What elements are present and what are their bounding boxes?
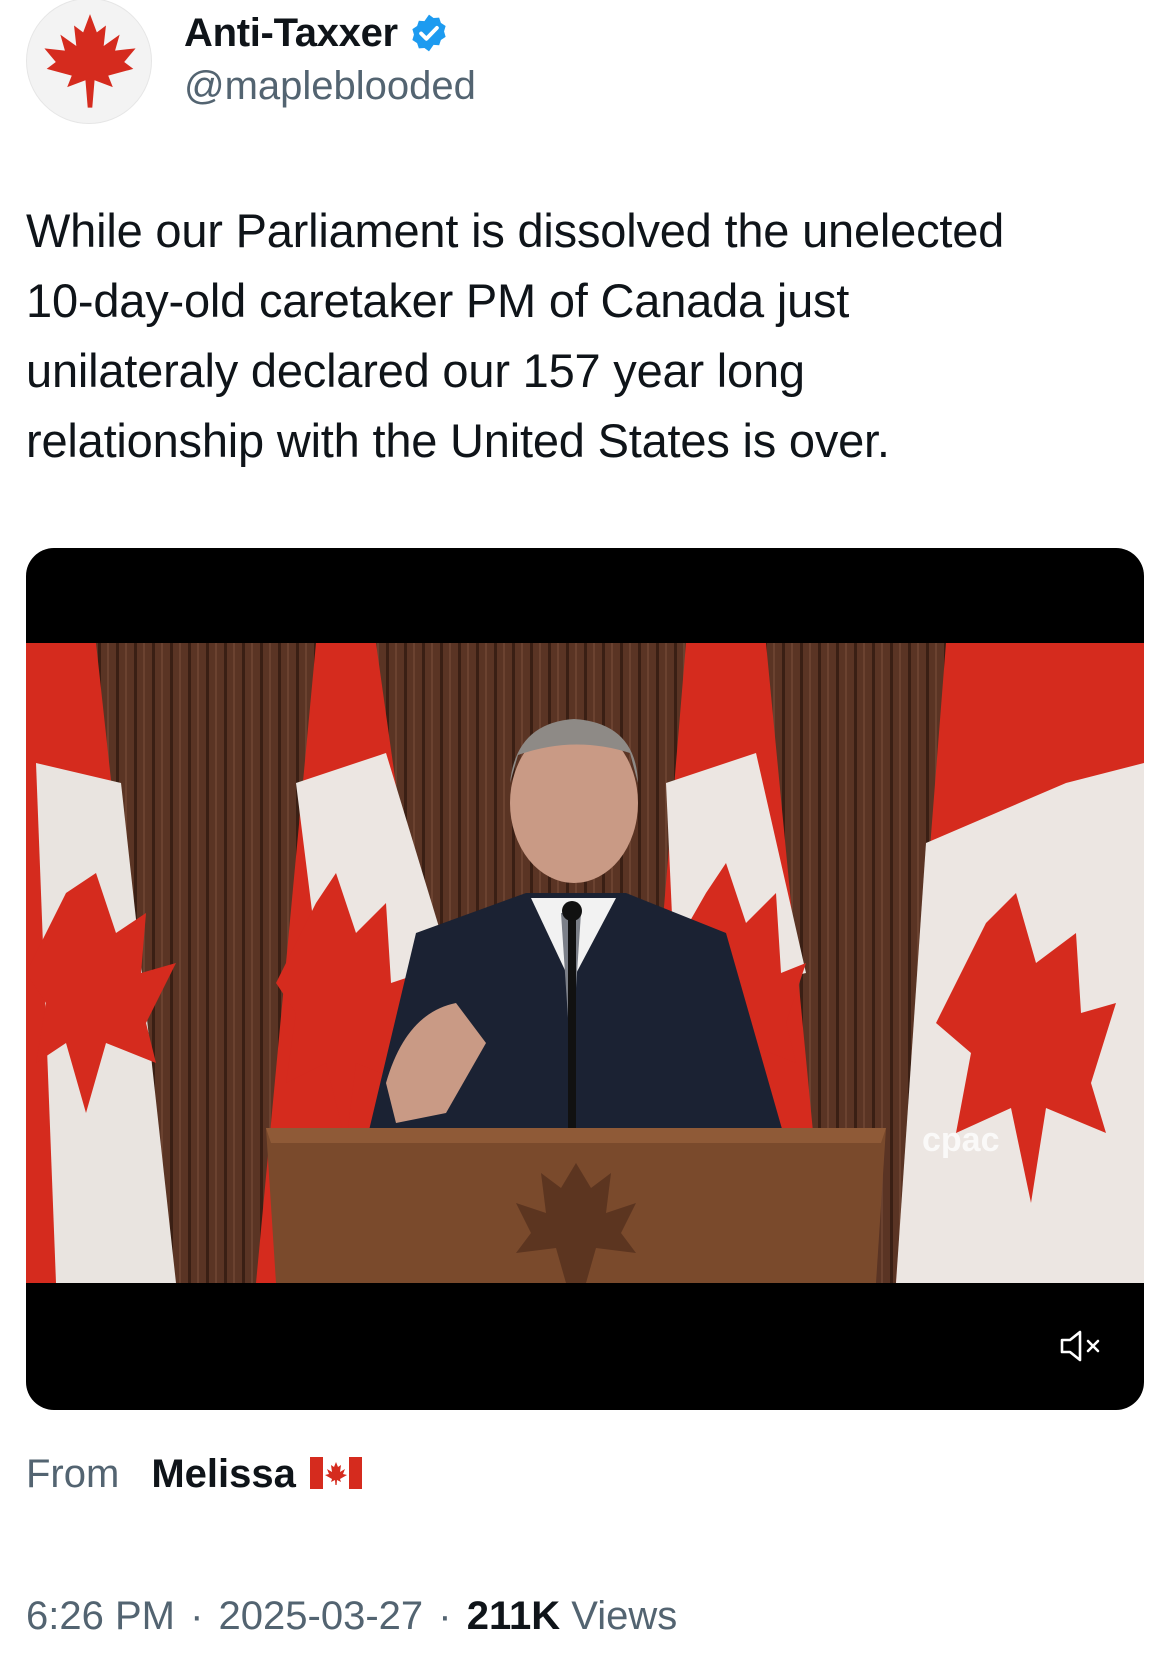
tweet-text-line: relationship with the United States is o… xyxy=(26,414,890,467)
avatar[interactable] xyxy=(26,0,152,124)
tweet-text-line: 10-day-old caretaker PM of Canada just xyxy=(26,274,850,327)
author-display-name[interactable]: Anti-Taxxer xyxy=(184,11,398,56)
source-attribution: From Melissa xyxy=(26,1452,362,1497)
source-name[interactable]: Melissa xyxy=(151,1452,296,1497)
meta-separator: · xyxy=(438,1594,452,1638)
tweet-meta: 6:26 PM · 2025-03-27 · 211K Views xyxy=(26,1594,677,1639)
tweet-text: While our Parliament is dissolved the un… xyxy=(26,196,1146,476)
podium xyxy=(266,1128,886,1283)
from-label: From xyxy=(26,1452,120,1496)
tweet-text-line: While our Parliament is dissolved the un… xyxy=(26,204,1005,257)
author-handle[interactable]: @mapleblooded xyxy=(184,64,476,109)
tweet-header: Anti-Taxxer @mapleblooded xyxy=(26,0,1144,130)
tweet-time[interactable]: 6:26 PM xyxy=(26,1594,175,1638)
views-label: Views xyxy=(571,1594,678,1638)
canada-flag-icon xyxy=(309,1457,362,1489)
video-player[interactable]: cpac xyxy=(26,548,1144,1410)
video-frame: cpac xyxy=(26,643,1144,1283)
tweet-date[interactable]: 2025-03-27 xyxy=(219,1594,424,1638)
cpac-watermark: cpac xyxy=(922,1121,1000,1159)
speaker-muted-icon[interactable] xyxy=(1058,1326,1108,1366)
meta-separator: · xyxy=(190,1594,204,1638)
views-count[interactable]: 211K xyxy=(467,1594,560,1638)
tweet-text-line: unilateraly declared our 157 year long xyxy=(26,344,805,397)
verified-badge-icon xyxy=(412,14,446,52)
maple-leaf-icon xyxy=(44,14,136,108)
